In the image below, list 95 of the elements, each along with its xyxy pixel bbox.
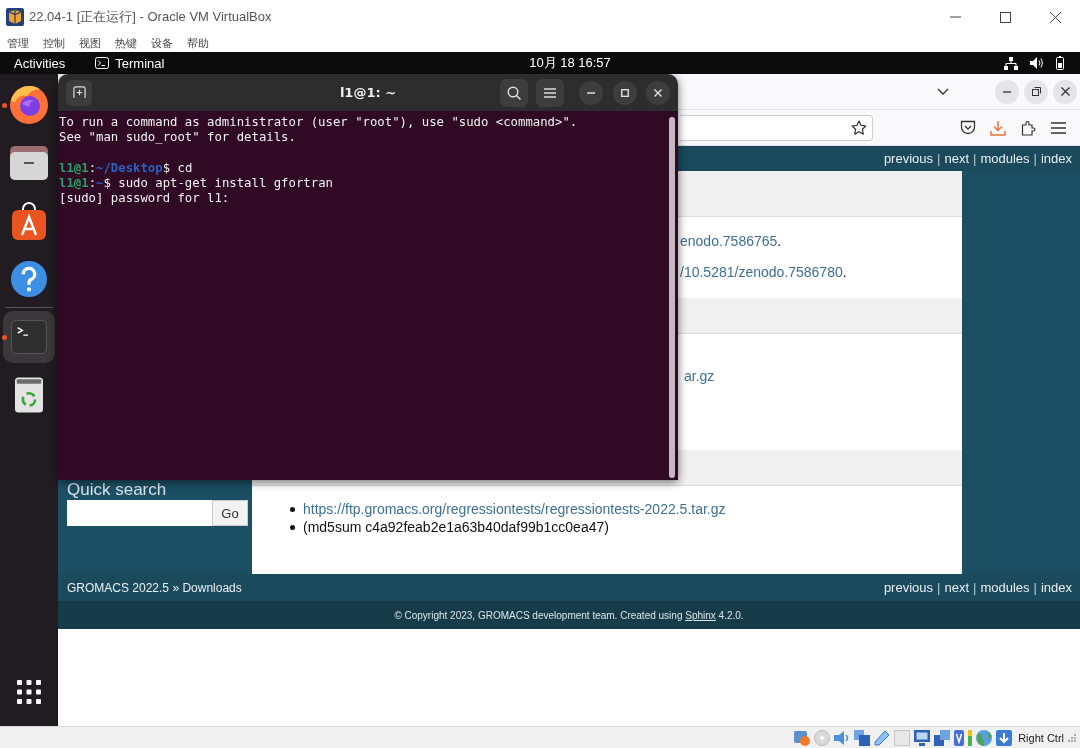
chevron-tile-icon[interactable] xyxy=(954,729,965,746)
nav-separator: | xyxy=(937,151,941,166)
menu-item[interactable]: 管理 xyxy=(0,36,36,50)
search-button[interactable] xyxy=(500,78,528,107)
globe-icon[interactable] xyxy=(976,729,993,746)
nav-link[interactable]: previous xyxy=(883,580,934,595)
nav-link[interactable]: next xyxy=(944,151,969,166)
puzzle-icon xyxy=(1020,119,1036,136)
help-icon xyxy=(11,261,47,297)
bullet-icon xyxy=(290,524,295,530)
nav-separator: | xyxy=(973,151,977,166)
nav-separator: | xyxy=(1033,580,1037,595)
nav-link[interactable]: index xyxy=(1040,151,1072,166)
address-field[interactable] xyxy=(680,114,873,141)
monitor-icon[interactable] xyxy=(914,729,931,746)
maximize-icon xyxy=(621,88,629,97)
clock[interactable]: 10月 18 16:57 xyxy=(529,54,611,72)
chevron-down-icon xyxy=(937,88,949,95)
terminal-title: l1@1: ~ xyxy=(339,85,397,100)
nav-link[interactable]: previous xyxy=(883,151,934,166)
menu-icon xyxy=(1050,121,1066,134)
folder-icon xyxy=(10,146,48,180)
close-icon xyxy=(1060,87,1070,96)
new-tab-icon xyxy=(72,86,86,99)
terminal-icon xyxy=(11,320,47,354)
text-fragment: enodo.7586765. xyxy=(680,232,782,250)
windows-icon[interactable] xyxy=(934,729,951,746)
window-title: 22.04-1 [正在运行] - Oracle VM VirtualBox xyxy=(29,8,272,26)
battery-icon[interactable] xyxy=(1056,56,1064,70)
maximize-icon xyxy=(999,11,1011,23)
terminal-line: l1@1:~/Desktop$ cd xyxy=(59,160,193,176)
minimize-icon xyxy=(587,91,595,94)
nav-link[interactable]: next xyxy=(944,580,969,595)
cube-icon xyxy=(6,8,24,26)
star-icon[interactable] xyxy=(851,119,867,136)
text-fragment: /10.5281/zenodo.7586780. xyxy=(680,263,847,281)
sidebar-heading: Quick search xyxy=(67,481,167,498)
go-button[interactable]: Go xyxy=(212,500,248,526)
bullet-icon xyxy=(290,506,295,512)
host-key-label: Right Ctrl xyxy=(1018,731,1064,744)
minimize-icon xyxy=(1003,90,1011,93)
level-bar-icon xyxy=(968,729,973,746)
nav-separator: | xyxy=(937,580,941,595)
terminal-line: l1@1:~$ sudo apt-get install gfortran xyxy=(59,175,333,191)
tile-icon[interactable] xyxy=(894,729,911,746)
minimize-button[interactable] xyxy=(579,80,603,105)
menu-item[interactable]: 设备 xyxy=(144,36,180,50)
new-tab-button[interactable] xyxy=(66,79,92,106)
copyright-text: © Copyright 2023, GROMACS development team. Created using Sphinx 4.2.0. xyxy=(394,609,744,621)
menu-item[interactable]: 热键 xyxy=(108,36,144,50)
resize-grip-icon[interactable] xyxy=(1068,733,1076,742)
nav-link[interactable]: modules xyxy=(980,151,1030,166)
minimize-icon xyxy=(949,16,961,18)
download-link[interactable]: https://ftp.gromacs.org/regressiontests/regressiontests-2022.5.tar.gz xyxy=(303,500,726,518)
app-menu-button[interactable]: Terminal xyxy=(115,55,165,71)
maximize-button[interactable] xyxy=(613,80,637,105)
app-grid-icon xyxy=(17,680,41,704)
nav-link[interactable]: modules xyxy=(980,580,1030,595)
close-icon xyxy=(654,88,662,97)
speaker-icon[interactable] xyxy=(1030,57,1044,69)
menu-button[interactable] xyxy=(536,78,564,107)
restore-button[interactable] xyxy=(1024,79,1048,104)
stacked-windows-icon[interactable] xyxy=(854,729,871,746)
terminal-line: [sudo] password for l1: xyxy=(59,191,230,207)
restore-icon xyxy=(1031,87,1041,96)
partial-link[interactable]: /10.5281/zenodo.7586780 xyxy=(680,264,843,280)
menu-item[interactable]: 视图 xyxy=(72,36,108,50)
shield-icon xyxy=(960,120,976,135)
partial-link[interactable]: ar.gz xyxy=(684,368,715,384)
flame-globe-icon xyxy=(10,86,48,124)
breadcrumb[interactable]: GROMACS 2022.5 » Downloads xyxy=(67,580,242,595)
shopping-bag-icon xyxy=(12,202,46,240)
pen-icon[interactable] xyxy=(874,729,891,746)
search-icon xyxy=(507,85,521,100)
footer-link[interactable]: Sphinx xyxy=(685,609,716,621)
minimize-button[interactable] xyxy=(995,79,1019,104)
download-icon xyxy=(990,119,1006,136)
nav-separator: | xyxy=(1033,151,1037,166)
nav-link[interactable]: index xyxy=(1040,580,1072,595)
search-field[interactable] xyxy=(67,500,212,526)
menu-item[interactable]: 帮助 xyxy=(180,36,216,50)
menu-icon xyxy=(544,87,556,98)
network-icon[interactable] xyxy=(1004,56,1018,70)
close-icon xyxy=(1049,11,1061,23)
checksum-text: (md5sum c4a92feab2e1a63b40daf99b1cc0ea47) xyxy=(303,518,609,536)
recycle-bin-icon xyxy=(15,377,43,413)
activities-button[interactable]: Activities xyxy=(14,55,66,71)
close-button[interactable] xyxy=(1053,79,1077,104)
terminal-line: To run a command as administrator (user "root"), use "sudo <command>". xyxy=(59,115,578,131)
nav-separator: | xyxy=(973,580,977,595)
terminal-icon xyxy=(95,57,110,69)
terminal-line: See "man sudo_root" for details. xyxy=(59,130,296,146)
download-arrow-icon[interactable] xyxy=(996,729,1013,746)
scrollbar-thumb[interactable] xyxy=(669,117,675,478)
menu-item[interactable]: 控制 xyxy=(36,36,72,50)
